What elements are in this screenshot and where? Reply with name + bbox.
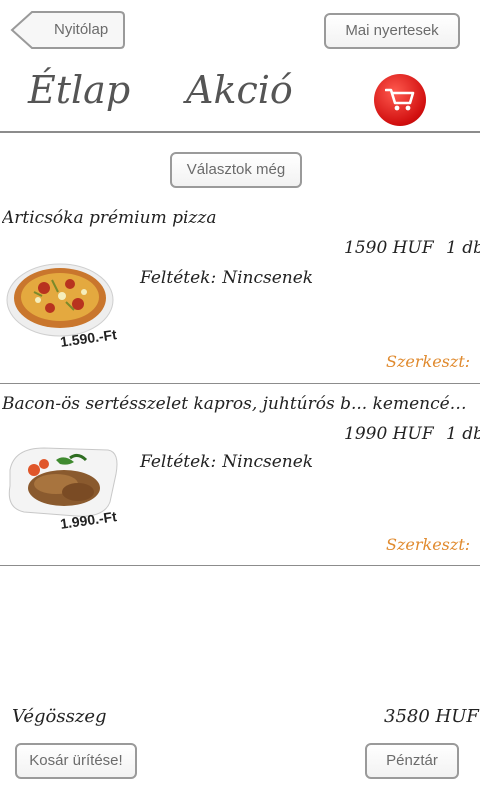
header-divider xyxy=(0,131,480,133)
item-price: 1590 HUF xyxy=(344,238,434,258)
item-quantity: 1 db xyxy=(446,424,480,444)
item-quantity: 1 db xyxy=(446,238,480,258)
total-label: Végösszeg xyxy=(12,706,107,727)
edit-item-button[interactable]: Szerkeszt: xyxy=(386,535,470,554)
total-value: 3580 HUF xyxy=(384,706,479,727)
extras-value: Nincsenek xyxy=(222,452,314,472)
item-divider xyxy=(0,565,480,566)
extras-label: Feltétek: xyxy=(140,452,217,472)
choose-more-button[interactable]: Választok még xyxy=(170,152,302,188)
clear-cart-button[interactable]: Kosár ürítése! xyxy=(15,743,137,779)
checkout-button[interactable]: Pénztár xyxy=(365,743,459,779)
nav-menu-tab[interactable]: Étlap xyxy=(28,68,130,112)
item-extras: Feltétek: Nincsenek xyxy=(140,268,313,288)
cart-icon xyxy=(385,88,415,111)
back-button[interactable]: Nyitólap xyxy=(10,10,126,50)
extras-value: Nincsenek xyxy=(222,268,314,288)
item-title: Articsóka prémium pizza xyxy=(2,208,217,228)
extras-label: Feltétek: xyxy=(140,268,217,288)
cart-button[interactable] xyxy=(374,74,426,126)
item-price: 1990 HUF xyxy=(344,424,434,444)
todays-winners-button[interactable]: Mai nyertesek xyxy=(324,13,460,49)
edit-item-button[interactable]: Szerkeszt: xyxy=(386,352,470,371)
back-button-label: Nyitólap xyxy=(54,21,109,38)
nav-sale-tab[interactable]: Akció xyxy=(186,68,293,112)
item-extras: Feltétek: Nincsenek xyxy=(140,452,313,472)
item-divider xyxy=(0,383,480,384)
item-title: Bacon-ös sertésszelet kapros, juhtúrós b… xyxy=(2,394,474,414)
